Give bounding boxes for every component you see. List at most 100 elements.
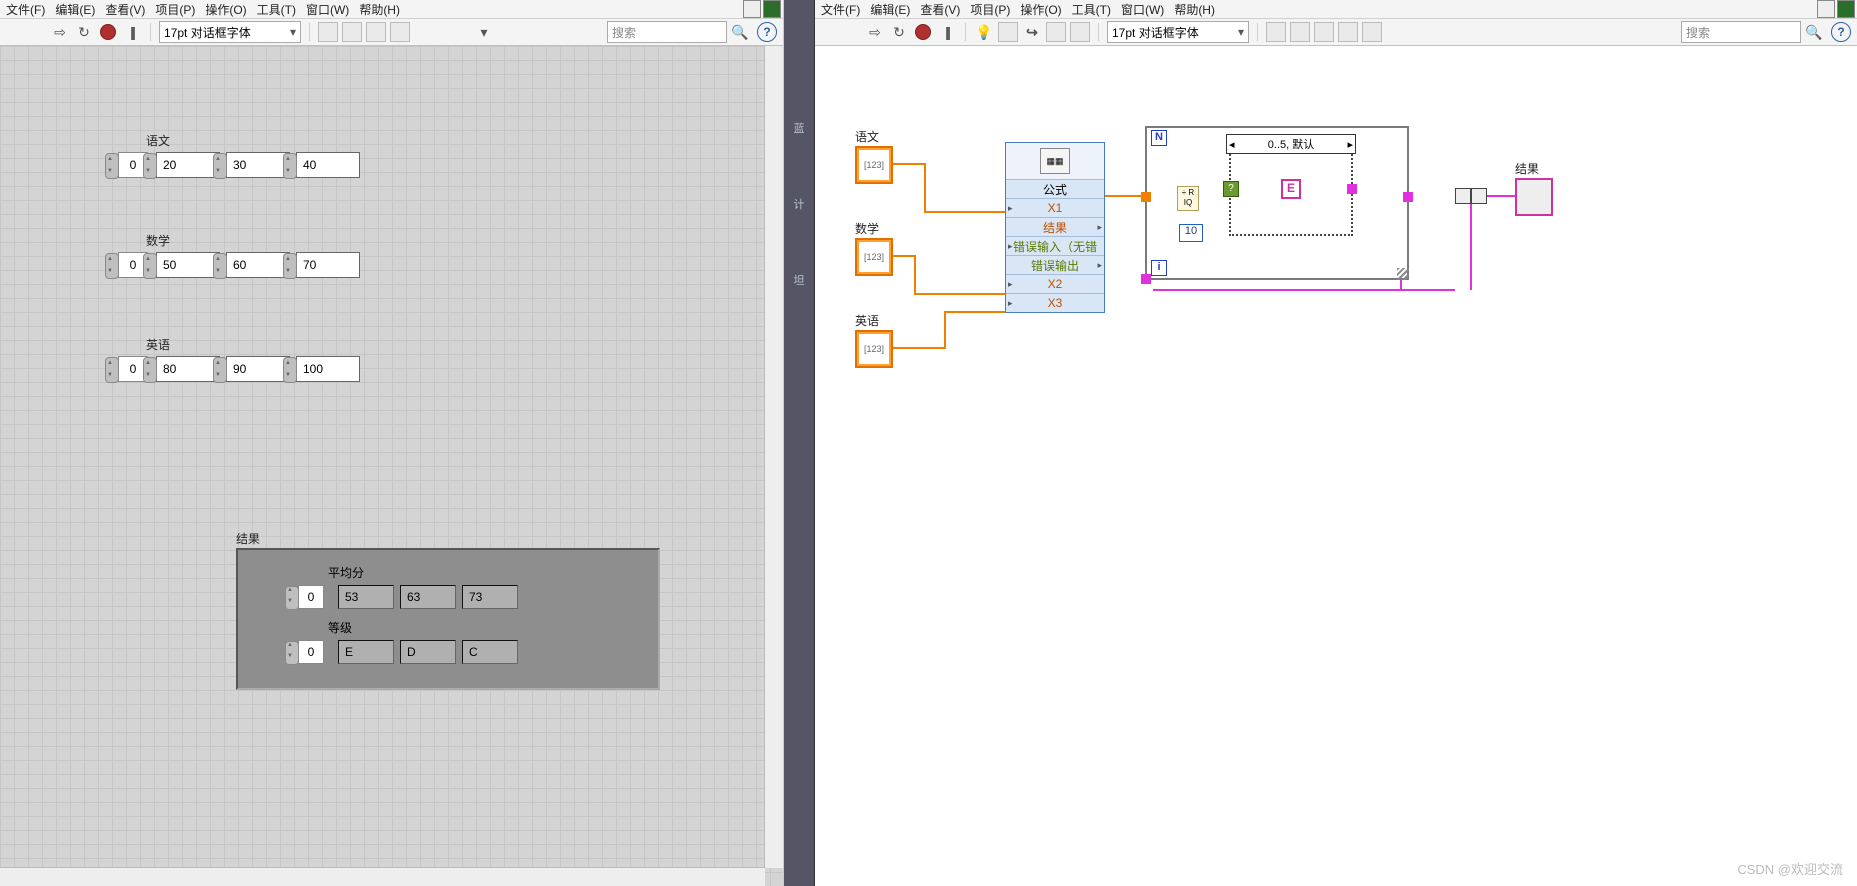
shuxue-v0[interactable]: 50 <box>156 252 220 278</box>
terminal-yuwen[interactable]: [123] <box>855 146 893 184</box>
align-icon-1[interactable] <box>318 22 338 42</box>
step-out-icon[interactable] <box>1070 22 1090 42</box>
grade-index[interactable]: 0 <box>298 640 324 664</box>
yingyu-v1[interactable]: 90 <box>226 356 290 382</box>
terminal-result[interactable] <box>1515 178 1553 216</box>
term-label-shuxue: 数学 <box>855 220 879 237</box>
menu-op[interactable]: 操作(O) <box>201 1 250 18</box>
loop-tunnel-out[interactable] <box>1403 192 1413 202</box>
express-x2[interactable]: ▸X2 <box>1006 274 1104 293</box>
vi-icon[interactable] <box>763 0 781 18</box>
menu-edit[interactable]: 编辑(E) <box>51 1 99 18</box>
grade-v0: E <box>338 640 394 664</box>
term-label-yuwen: 语文 <box>855 128 879 145</box>
numeric-constant-10[interactable]: 10 <box>1179 224 1203 242</box>
term-label-result: 结果 <box>1515 160 1539 177</box>
resize-handle-icon[interactable] <box>1397 268 1409 280</box>
help-icon-r[interactable]: ? <box>1831 22 1851 42</box>
search-icon-r[interactable]: 🔍 <box>1805 23 1823 41</box>
express-err-in[interactable]: ▸错误输入（无错 <box>1006 236 1104 255</box>
vi-icon-r[interactable] <box>1837 0 1855 18</box>
divider-strip: 蓝 计 坦 <box>784 0 815 886</box>
express-formula-node[interactable]: ▦▦ 公式 ▸X1 结果▸ ▸错误输入（无错 错误输出▸ ▸X2 ▸X3 <box>1005 142 1105 313</box>
right-menubar[interactable]: 文件(F) 编辑(E) 查看(V) 项目(P) 操作(O) 工具(T) 窗口(W… <box>815 0 1857 19</box>
loop-tunnel-in[interactable] <box>1141 192 1151 202</box>
case-tunnel-out[interactable] <box>1347 184 1357 194</box>
step-into-icon[interactable]: ↪ <box>1022 22 1042 42</box>
yuwen-v0[interactable]: 20 <box>156 152 220 178</box>
run-arrow-icon[interactable]: ⇨ <box>50 22 70 42</box>
abort-icon[interactable] <box>98 22 118 42</box>
express-x3[interactable]: ▸X3 <box>1006 293 1104 312</box>
run-cycle-icon[interactable]: ↻ <box>74 22 94 42</box>
for-loop-N[interactable]: N <box>1151 130 1167 146</box>
align-icon-3[interactable] <box>366 22 386 42</box>
align-r-1[interactable] <box>1266 22 1286 42</box>
run-arrow-icon-r[interactable]: ⇨ <box>865 22 885 42</box>
yuwen-v1[interactable]: 30 <box>226 152 290 178</box>
font-selector[interactable]: 17pt 对话框字体 <box>159 21 301 43</box>
bundle-node-2[interactable] <box>1471 188 1487 204</box>
step-over-icon[interactable] <box>1046 22 1066 42</box>
express-result[interactable]: 结果▸ <box>1006 217 1104 236</box>
search-input[interactable]: 搜索 <box>607 21 727 43</box>
yingyu-v0[interactable]: 80 <box>156 356 220 382</box>
search-icon[interactable]: 🔍 <box>731 23 749 41</box>
help-icon[interactable]: ? <box>757 22 777 42</box>
font-selector-r[interactable]: 17pt 对话框字体 <box>1107 21 1249 43</box>
cleanup-icon[interactable] <box>1338 22 1358 42</box>
label-yingyu: 英语 <box>146 336 170 353</box>
menu-help[interactable]: 帮助(H) <box>355 1 404 18</box>
scrollbar-horizontal[interactable] <box>0 867 765 886</box>
case-selector-terminal[interactable]: ? <box>1223 181 1239 197</box>
menu-file[interactable]: 文件(F) <box>2 1 49 18</box>
yuwen-v2[interactable]: 40 <box>296 152 360 178</box>
for-loop[interactable]: N i ÷ R IQ 10 0..5, 默认 ? E <box>1145 126 1409 280</box>
front-panel: 语文 0 20 30 40 数学 0 50 60 70 英语 0 80 90 1… <box>0 46 783 886</box>
express-x1[interactable]: ▸X1 <box>1006 198 1104 217</box>
grade-v1: D <box>400 640 456 664</box>
align-icon-2[interactable] <box>342 22 362 42</box>
block-diagram: 语文 [123] 数学 [123] 英语 [123] ▦▦ 公式 ▸X1 结果▸… <box>815 46 1857 886</box>
grid-icon-r[interactable] <box>1817 0 1835 18</box>
terminal-yingyu[interactable]: [123] <box>855 330 893 368</box>
left-menubar[interactable]: 文件(F) 编辑(E) 查看(V) 项目(P) 操作(O) 工具(T) 窗口(W… <box>0 0 783 19</box>
menu-tools[interactable]: 工具(T) <box>253 1 300 18</box>
abort-icon-r[interactable] <box>913 22 933 42</box>
cluster-result[interactable]: 平均分 0 53 63 73 等级 0 E D C <box>236 548 660 690</box>
scrollbar-vertical[interactable] <box>764 46 783 868</box>
align-icon-4[interactable] <box>390 22 410 42</box>
array-shuxue[interactable]: 0 50 60 70 <box>118 252 366 278</box>
reorder-icon[interactable] <box>1362 22 1382 42</box>
case-structure[interactable]: 0..5, 默认 ? E <box>1229 142 1353 236</box>
case-content-E[interactable]: E <box>1281 179 1301 199</box>
for-loop-i[interactable]: i <box>1151 260 1167 276</box>
case-selector[interactable]: 0..5, 默认 <box>1226 134 1356 154</box>
avg-index[interactable]: 0 <box>298 585 324 609</box>
align-r-2[interactable] <box>1290 22 1310 42</box>
express-title: 公式 <box>1006 179 1104 198</box>
left-toolbar: ⇨ ↻ || 17pt 对话框字体 ▾ 搜索 🔍 ? <box>0 19 783 46</box>
menu-view[interactable]: 查看(V) <box>101 1 149 18</box>
highlight-exec-icon[interactable]: 💡 <box>974 22 994 42</box>
shuxue-v2[interactable]: 70 <box>296 252 360 278</box>
array-yuwen[interactable]: 0 20 30 40 <box>118 152 366 178</box>
align-r-3[interactable] <box>1314 22 1334 42</box>
search-input-r[interactable]: 搜索 <box>1681 21 1801 43</box>
array-yingyu[interactable]: 0 80 90 100 <box>118 356 366 382</box>
menu-window[interactable]: 窗口(W) <box>302 1 353 18</box>
shuxue-v1[interactable]: 60 <box>226 252 290 278</box>
quotient-remainder-node[interactable]: ÷ R IQ <box>1177 186 1199 211</box>
pause-icon-r[interactable]: || <box>937 22 957 42</box>
dropdown-icon[interactable]: ▾ <box>474 22 494 42</box>
run-cycle-icon-r[interactable]: ↻ <box>889 22 909 42</box>
pause-icon[interactable]: || <box>122 22 142 42</box>
grid-icon[interactable] <box>743 0 761 18</box>
yingyu-v2[interactable]: 100 <box>296 356 360 382</box>
terminal-shuxue[interactable]: [123] <box>855 238 893 276</box>
retain-wire-icon[interactable] <box>998 22 1018 42</box>
menu-project[interactable]: 项目(P) <box>151 1 199 18</box>
bundle-node-1[interactable] <box>1455 188 1471 204</box>
express-err-out[interactable]: 错误输出▸ <box>1006 255 1104 274</box>
loop-tunnel-bottom[interactable] <box>1141 274 1151 284</box>
